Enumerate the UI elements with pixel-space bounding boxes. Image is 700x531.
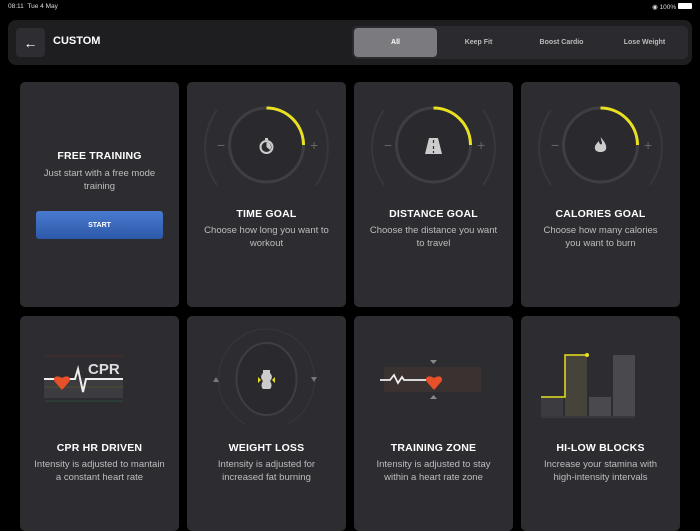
minus-icon: −	[551, 137, 559, 153]
start-button[interactable]: START	[36, 211, 163, 239]
card-description: Choose how long you want to workout	[204, 225, 329, 249]
card-weight-loss[interactable]: WEIGHT LOSS Intensity is adjusted for in…	[187, 316, 346, 531]
status-bar: 08:11 Tue 4 May ◉ 100%	[8, 3, 692, 15]
wifi-icon: ◉	[652, 4, 658, 11]
back-button[interactable]: ←	[16, 28, 45, 57]
card-description: Intensity is adjusted for increased fat …	[217, 459, 316, 483]
dial-illustration: − +	[371, 106, 496, 186]
blocks-illustration	[541, 353, 635, 418]
card-title: WEIGHT LOSS	[228, 442, 305, 454]
card-title: FREE TRAINING	[57, 150, 142, 162]
card-calories-goal[interactable]: − + CALORIES GOAL Choose how many calorie…	[521, 82, 680, 307]
card-free-training[interactable]: FREE TRAINING Just start with a free mod…	[20, 82, 179, 307]
minus-icon: −	[217, 137, 225, 153]
cpr-illustration: CPR	[44, 355, 123, 402]
plus-icon: +	[310, 137, 318, 153]
card-title: CPR HR DRIVEN	[56, 442, 143, 454]
tab-boost-cardio[interactable]: Boost Cardio	[520, 28, 603, 57]
weight-loss-illustration	[213, 328, 317, 424]
card-description: Increase your stamina with high-intensit…	[544, 459, 657, 483]
card-title: TIME GOAL	[236, 208, 297, 220]
dial-illustration: − +	[538, 106, 663, 186]
page-title: CUSTOM	[53, 35, 101, 47]
card-description: Just start with a free mode training	[43, 168, 156, 192]
card-cpr-hr-driven[interactable]: CPR CPR HR DRIVEN Intensity is adjusted …	[20, 316, 179, 531]
card-time-goal[interactable]: − + TIME GOAL Choose how long you want to…	[187, 82, 346, 307]
card-title: HI-LOW BLOCKS	[556, 442, 645, 454]
card-distance-goal[interactable]: − + DISTANCE GOAL Choose the distance you…	[354, 82, 513, 307]
battery-icon	[678, 3, 692, 9]
tab-keep-fit[interactable]: Keep Fit	[437, 28, 520, 57]
down-arrow-icon	[311, 377, 317, 382]
card-description: Intensity is adjusted to stay within a h…	[376, 459, 491, 483]
card-training-zone[interactable]: TRAINING ZONE Intensity is adjusted to s…	[354, 316, 513, 531]
category-tabs: All Keep Fit Boost Cardio Lose Weight	[352, 26, 688, 59]
minus-icon: −	[384, 137, 392, 153]
dial-illustration: − +	[204, 106, 329, 186]
clock: 08:11	[8, 3, 24, 10]
header-bar: ← CUSTOM All Keep Fit Boost Cardio Lose …	[8, 20, 692, 65]
plus-icon: +	[644, 137, 652, 153]
card-title: DISTANCE GOAL	[389, 208, 478, 220]
tab-all[interactable]: All	[354, 28, 437, 57]
date: Tue 4 May	[27, 3, 58, 10]
training-zone-illustration	[380, 360, 481, 399]
tab-lose-weight[interactable]: Lose Weight	[603, 28, 686, 57]
arrow-left-icon: ←	[23, 34, 38, 51]
card-description: Intensity is adjusted to mantain a const…	[34, 459, 165, 483]
card-description: Choose how many calories you want to bur…	[543, 225, 658, 249]
card-description: Choose the distance you want to travel	[369, 225, 498, 249]
card-hi-low-blocks[interactable]: HI-LOW BLOCKS Increase your stamina with…	[521, 316, 680, 531]
cpr-label: CPR	[88, 361, 120, 378]
card-title: CALORIES GOAL	[555, 208, 646, 220]
battery-level: 100%	[659, 4, 677, 11]
plus-icon: +	[477, 137, 485, 153]
card-title: TRAINING ZONE	[390, 442, 477, 454]
